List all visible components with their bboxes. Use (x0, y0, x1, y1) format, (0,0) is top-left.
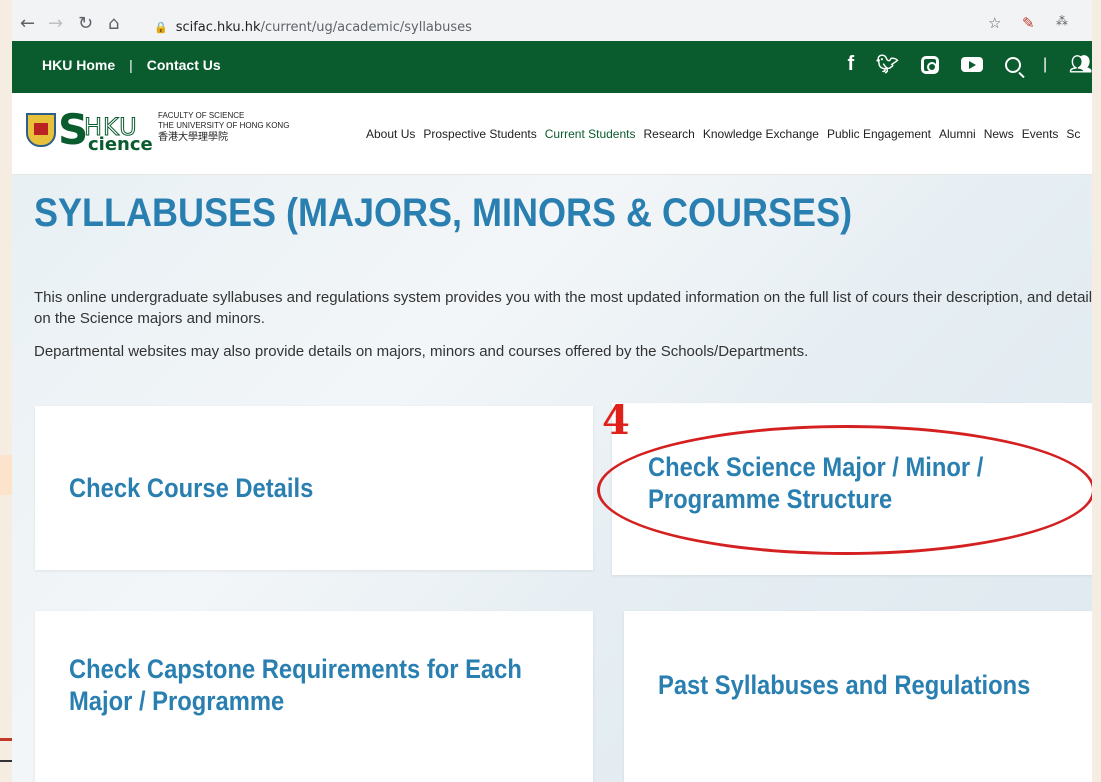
facebook-icon[interactable]: f (847, 53, 854, 76)
nav-truncated-item[interactable]: Sc (1066, 127, 1080, 141)
main-nav: About Us Prospective Students Current St… (366, 127, 1080, 141)
nav-alumni[interactable]: Alumni (939, 127, 976, 141)
logo-cience-mark: cience (88, 134, 153, 155)
annotation-ellipse (597, 425, 1092, 555)
site-header: S HKU cience FACULTY OF SCIENCE THE UNIV… (12, 93, 1092, 175)
nav-knowledge-exchange[interactable]: Knowledge Exchange (703, 127, 819, 141)
search-icon[interactable] (1004, 56, 1021, 73)
nav-prospective-students[interactable]: Prospective Students (423, 127, 536, 141)
hku-home-link[interactable]: HKU Home (42, 57, 115, 73)
card-past-syllabuses[interactable]: Past Syllabuses and Regulations (624, 611, 1092, 782)
science-logo[interactable]: S HKU cience FACULTY OF SCIENCE THE UNIV… (26, 105, 289, 155)
youtube-icon[interactable] (960, 57, 983, 72)
nav-current-students[interactable]: Current Students (545, 127, 636, 141)
intro-paragraph: This online undergraduate syllabuses and… (34, 289, 1092, 327)
home-icon[interactable]: ⌂ (108, 14, 119, 34)
utility-bar: HKU Home | Contact Us f 🐦︎ | 👥︎ (12, 41, 1092, 93)
intro-paragraph-2: Departmental websites may also provide d… (34, 343, 809, 360)
nav-about-us[interactable]: About Us (366, 127, 415, 141)
extension-pen-icon[interactable]: ✎ (1022, 14, 1035, 32)
url-host: scifac.hku.hk (175, 19, 261, 35)
browser-window: ← → ↻ ⌂ 🔒 scifac.hku.hk/current/ug/acade… (12, 0, 1092, 782)
instagram-icon[interactable] (920, 55, 939, 74)
page-title: SYLLABUSES (MAJORS, MINORS & COURSES) (34, 191, 853, 235)
logo-line-chinese: 香港大學理學院 (158, 132, 228, 143)
twitter-icon[interactable]: 🐦︎ (876, 54, 899, 75)
bookmark-star-icon[interactable]: ☆ (988, 14, 1001, 32)
nav-research[interactable]: Research (643, 127, 694, 141)
card-capstone-requirements[interactable]: Check Capstone Requirements for Each Maj… (35, 611, 593, 782)
address-bar[interactable]: 🔒 scifac.hku.hk/current/ug/academic/syll… (148, 14, 1028, 40)
translate-icon[interactable]: ⁂ (1056, 14, 1068, 28)
forward-arrow-icon[interactable]: → (48, 14, 63, 34)
logo-line-faculty: FACULTY OF SCIENCE (158, 111, 245, 120)
logo-text: FACULTY OF SCIENCE THE UNIVERSITY OF HON… (158, 111, 289, 143)
main-content: SYLLABUSES (MAJORS, MINORS & COURSES) Th… (12, 175, 1092, 782)
hku-crest-icon (26, 113, 56, 147)
nav-events[interactable]: Events (1022, 127, 1059, 141)
card-label: Past Syllabuses and Regulations (658, 669, 1031, 700)
topbar-separator: | (129, 57, 133, 73)
nav-public-engagement[interactable]: Public Engagement (827, 127, 931, 141)
users-icon[interactable]: 👥︎ (1069, 54, 1092, 75)
annotation-step-number: 4 (602, 397, 630, 444)
icon-divider: | (1042, 55, 1048, 73)
card-label: Check Capstone Requirements for Each Maj… (69, 653, 522, 716)
reload-icon[interactable]: ↻ (78, 14, 93, 34)
back-arrow-icon[interactable]: ← (20, 14, 35, 34)
contact-us-link[interactable]: Contact Us (147, 57, 221, 73)
card-course-details[interactable]: Check Course Details (35, 406, 593, 570)
url-path: /current/ug/academic/syllabuses (260, 19, 472, 35)
backdrop-stripe (0, 455, 12, 495)
card-label: Check Course Details (69, 473, 314, 503)
nav-news[interactable]: News (984, 127, 1014, 141)
logo-line-university: THE UNIVERSITY OF HONG KONG (158, 121, 290, 130)
lock-icon: 🔒 (154, 20, 168, 34)
